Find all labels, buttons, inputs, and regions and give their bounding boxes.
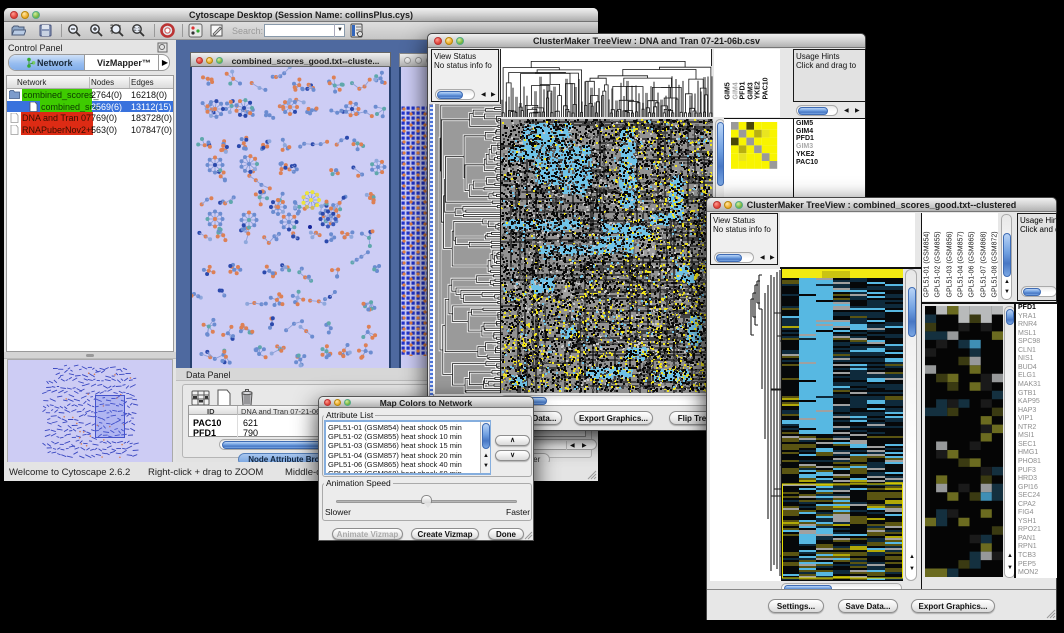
svg-text:1:1: 1:1	[134, 27, 141, 33]
